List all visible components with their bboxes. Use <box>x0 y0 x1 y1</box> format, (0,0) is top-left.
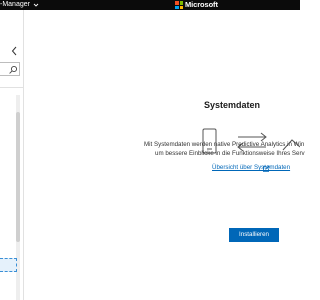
top-bar: -Manager Microsoft <box>0 0 300 10</box>
app-title: -Manager <box>0 1 30 8</box>
external-link-icon[interactable] <box>262 165 270 173</box>
brand-name: Microsoft <box>185 0 218 9</box>
microsoft-logo-icon <box>175 1 183 9</box>
chevron-down-icon[interactable] <box>32 0 40 10</box>
sidebar-divider <box>0 87 23 88</box>
description-line-2: um bessere Einblicke in die Funktionswei… <box>155 150 305 157</box>
sidebar <box>0 10 24 300</box>
sidebar-scrollbar-thumb[interactable] <box>16 112 20 242</box>
chevron-left-icon[interactable] <box>10 45 20 57</box>
description-line-1: Mit Systemdaten werden native Predictive… <box>144 141 305 148</box>
sidebar-selected-item[interactable] <box>0 258 17 272</box>
install-button[interactable]: Installieren <box>229 228 279 242</box>
search-icon[interactable] <box>8 65 18 75</box>
page-title: Systemdaten <box>204 100 261 110</box>
sidebar-search-input[interactable] <box>0 62 20 76</box>
systemdata-overview-link[interactable]: Übersicht über Systemdaten <box>212 164 290 171</box>
